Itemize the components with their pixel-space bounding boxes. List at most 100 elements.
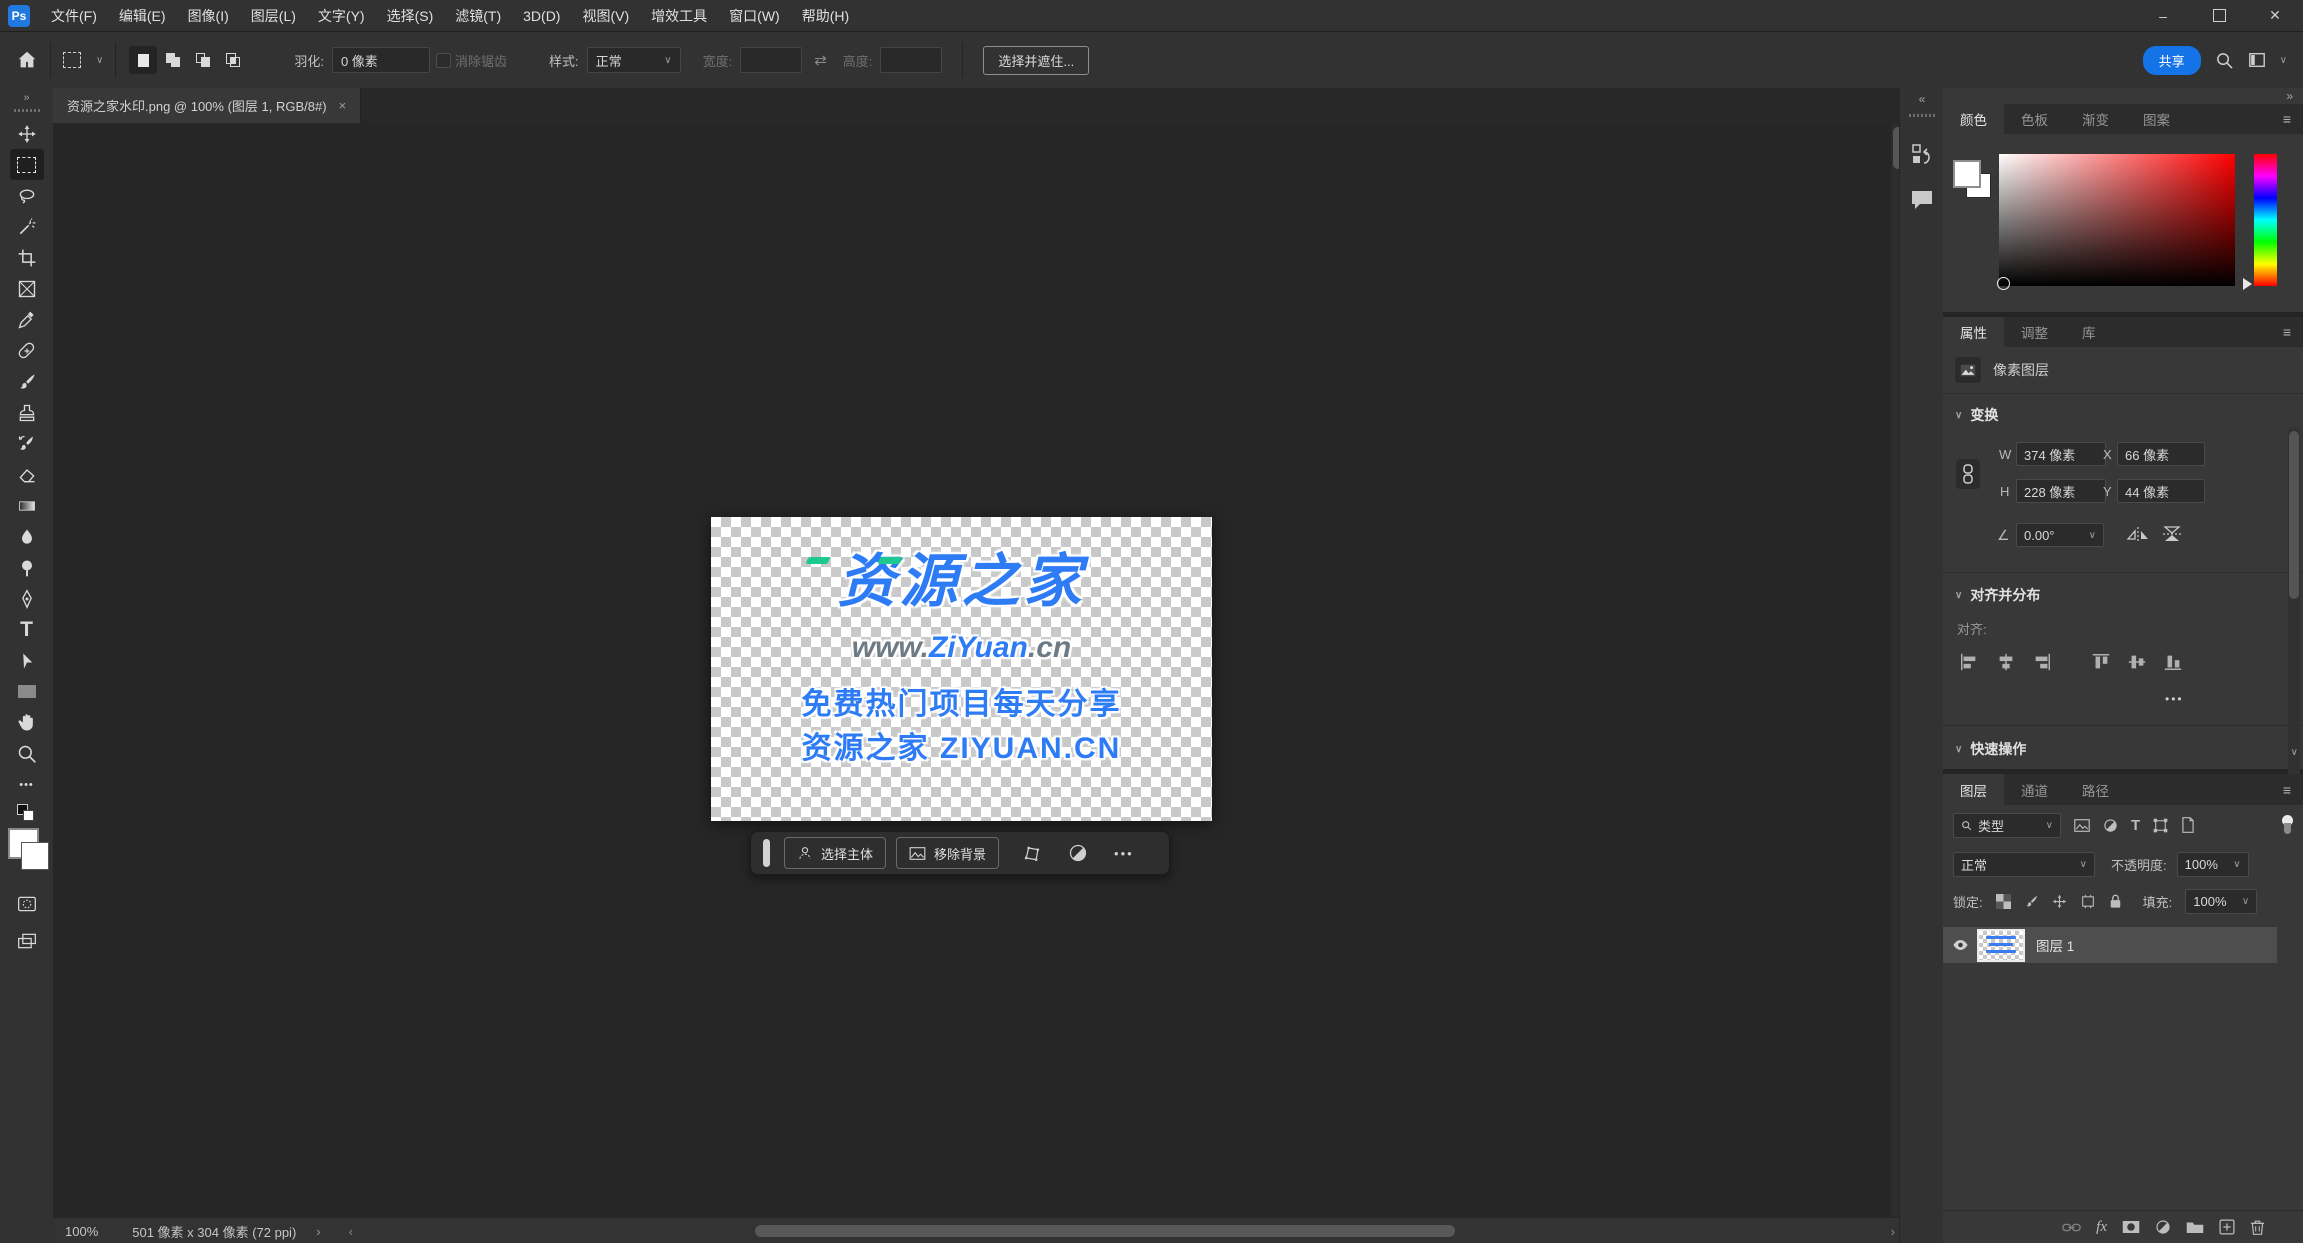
tab-color[interactable]: 颜色: [1943, 104, 2004, 134]
expand-dock-icon[interactable]: »: [2286, 89, 2293, 103]
link-dimensions-toggle[interactable]: [1956, 459, 1980, 489]
tab-close-icon[interactable]: ×: [339, 98, 347, 113]
filter-smart-objects-icon[interactable]: [2181, 817, 2195, 833]
tool-rectangle[interactable]: [10, 676, 44, 707]
color-panel-menu-icon[interactable]: ≡: [2283, 104, 2303, 134]
tool-pen[interactable]: [10, 583, 44, 614]
transform-section-header[interactable]: ∨ 变换: [1955, 405, 1998, 425]
tool-eraser[interactable]: [10, 459, 44, 490]
menu-layer[interactable]: 图层(L): [240, 0, 307, 31]
tool-zoom[interactable]: [10, 738, 44, 769]
properties-scrollbar[interactable]: [2288, 427, 2300, 789]
menu-view[interactable]: 视图(V): [571, 0, 640, 31]
scroll-left-arrow[interactable]: ‹: [349, 1224, 353, 1239]
anti-alias-checkbox[interactable]: [435, 52, 451, 68]
align-distribute-section-header[interactable]: ∨ 对齐并分布: [1955, 585, 2040, 605]
lock-position-icon[interactable]: [2052, 894, 2067, 909]
layer-name[interactable]: 图层 1: [2036, 935, 2074, 955]
layer-style-fx-icon[interactable]: fx: [2096, 1219, 2107, 1236]
foreground-color-swatch[interactable]: [1953, 160, 1981, 188]
menu-select[interactable]: 选择(S): [376, 0, 445, 31]
scroll-right-arrow[interactable]: ›: [1891, 1224, 1895, 1239]
menu-window[interactable]: 窗口(W): [718, 0, 791, 31]
tool-blur[interactable]: [10, 521, 44, 552]
document-image[interactable]: 资源之家 www.ZiYuan.cn 免费热门项目每天分享 资源之家 ZIYUA…: [711, 517, 1212, 821]
tab-swatches[interactable]: 色板: [2004, 104, 2065, 134]
filter-pixel-layers-icon[interactable]: [2074, 818, 2090, 832]
tool-clone-stamp[interactable]: [10, 397, 44, 428]
toolbar-grip[interactable]: [13, 109, 40, 112]
tab-patterns[interactable]: 图案: [2126, 104, 2187, 134]
fill-input[interactable]: 100% ∨: [2185, 888, 2258, 914]
layer-filter-toggle[interactable]: [2282, 815, 2293, 835]
screen-mode-button[interactable]: [10, 925, 44, 956]
align-left-edges-icon[interactable]: [1959, 652, 1979, 672]
tab-properties[interactable]: 属性: [1943, 317, 2004, 347]
tool-type[interactable]: T: [10, 614, 44, 645]
workspace-switcher[interactable]: ∨: [2248, 51, 2287, 69]
height-input[interactable]: [880, 47, 943, 73]
toolbar-more-options[interactable]: •••: [10, 769, 44, 800]
add-layer-mask-icon[interactable]: [2122, 1220, 2140, 1234]
tool-path-selection[interactable]: [10, 645, 44, 676]
maximize-button[interactable]: [2191, 0, 2247, 31]
select-and-mask-button[interactable]: 选择并遮住...: [983, 45, 1090, 75]
transform-y-input[interactable]: 44 像素: [2117, 479, 2205, 503]
tool-crop[interactable]: [10, 242, 44, 273]
lock-image-pixels-icon[interactable]: [2024, 894, 2039, 909]
saturation-brightness-field[interactable]: [1997, 154, 2235, 290]
tab-layers[interactable]: 图层: [1943, 774, 2004, 805]
toolbar-expand-icon[interactable]: »: [23, 92, 29, 104]
lock-artboard-icon[interactable]: [2080, 894, 2096, 909]
zoom-level[interactable]: 100%: [65, 1224, 98, 1239]
status-expand-icon[interactable]: ›: [316, 1224, 320, 1239]
minimize-button[interactable]: –: [2135, 0, 2191, 31]
home-icon[interactable]: [16, 49, 38, 71]
align-top-edges-icon[interactable]: [2091, 652, 2111, 672]
foreground-background-swatches[interactable]: [4, 828, 50, 874]
menu-type[interactable]: 文字(Y): [307, 0, 376, 31]
close-button[interactable]: ✕: [2247, 0, 2303, 31]
transform-height-input[interactable]: 228 像素: [2016, 479, 2106, 503]
background-color-swatch[interactable]: [20, 842, 49, 870]
lock-all-icon[interactable]: [2109, 894, 2122, 909]
tab-gradients[interactable]: 渐变: [2065, 104, 2126, 134]
new-group-folder-icon[interactable]: [2186, 1220, 2204, 1234]
align-right-edges-icon[interactable]: [2032, 652, 2052, 672]
collapse-panels-icon[interactable]: «: [1919, 92, 1926, 106]
menu-file[interactable]: 文件(F): [40, 0, 108, 31]
hue-slider-arrow[interactable]: [2243, 278, 2252, 290]
strip-grip[interactable]: [1909, 114, 1935, 117]
tool-magic-wand[interactable]: [10, 211, 44, 242]
new-selection-mode-button[interactable]: [129, 46, 158, 74]
scroll-down-icon[interactable]: ∨: [2291, 747, 2298, 758]
lock-transparent-pixels-icon[interactable]: [1995, 893, 2011, 909]
tool-hand[interactable]: [10, 707, 44, 738]
align-bottom-edges-icon[interactable]: [2163, 652, 2183, 672]
tab-channels[interactable]: 通道: [2004, 774, 2065, 805]
style-dropdown[interactable]: 正常 ∨: [586, 47, 681, 73]
select-subject-button[interactable]: 选择主体: [784, 837, 887, 869]
blend-mode-dropdown[interactable]: 正常 ∨: [1953, 851, 2095, 877]
filter-adjustment-layers-icon[interactable]: [2103, 818, 2118, 833]
tab-adjustments[interactable]: 调整: [2004, 317, 2065, 347]
intersect-selection-mode-button[interactable]: [219, 46, 247, 74]
tool-dodge[interactable]: [10, 552, 44, 583]
swap-width-height-icon[interactable]: ⇄: [814, 51, 827, 69]
align-horizontal-centers-icon[interactable]: [1996, 652, 2016, 672]
tool-frame[interactable]: [10, 273, 44, 304]
link-layers-icon[interactable]: [2062, 1222, 2081, 1233]
filter-type-layers-icon[interactable]: T: [2131, 817, 2140, 834]
taskbar-more-options[interactable]: •••: [1114, 846, 1134, 861]
comments-panel-icon[interactable]: [1910, 189, 1934, 211]
subtract-from-selection-mode-button[interactable]: [189, 46, 217, 74]
menu-plugins[interactable]: 增效工具: [640, 0, 718, 31]
hue-slider[interactable]: [2254, 154, 2277, 286]
flip-horizontal-icon[interactable]: [2126, 525, 2150, 543]
color-cursor[interactable]: [1997, 277, 2010, 290]
layer-thumbnail[interactable]: [1977, 928, 2025, 962]
horizontal-scrollbar-thumb[interactable]: [755, 1225, 1455, 1237]
tool-gradient[interactable]: [10, 490, 44, 521]
transform-width-input[interactable]: 374 像素: [2016, 442, 2106, 466]
tool-preset-picker[interactable]: ∨: [63, 52, 103, 68]
